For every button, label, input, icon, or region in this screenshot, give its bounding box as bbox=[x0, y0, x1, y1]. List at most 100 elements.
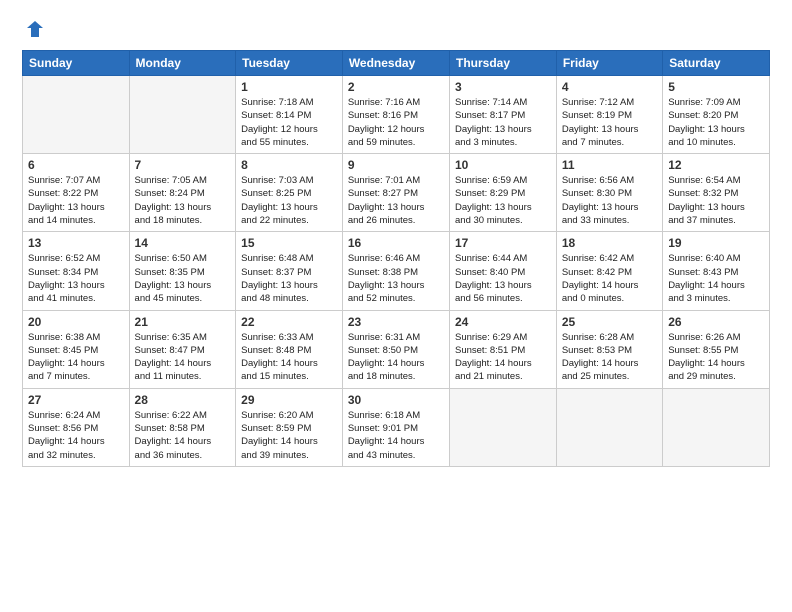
day-info: Sunrise: 6:59 AM Sunset: 8:29 PM Dayligh… bbox=[455, 175, 532, 226]
day-info: Sunrise: 6:26 AM Sunset: 8:55 PM Dayligh… bbox=[668, 332, 745, 383]
day-cell bbox=[556, 388, 662, 466]
day-info: Sunrise: 7:01 AM Sunset: 8:27 PM Dayligh… bbox=[348, 175, 425, 226]
day-number: 29 bbox=[241, 393, 337, 407]
day-cell: 6 Sunrise: 7:07 AM Sunset: 8:22 PM Daylig… bbox=[23, 154, 130, 232]
day-cell: 23 Sunrise: 6:31 AM Sunset: 8:50 PM Dayli… bbox=[342, 310, 449, 388]
day-number: 9 bbox=[348, 158, 444, 172]
page: SundayMondayTuesdayWednesdayThursdayFrid… bbox=[0, 0, 792, 612]
day-number: 3 bbox=[455, 80, 551, 94]
day-cell bbox=[663, 388, 770, 466]
day-number: 19 bbox=[668, 236, 764, 250]
weekday-header-thursday: Thursday bbox=[450, 51, 557, 76]
day-info: Sunrise: 7:05 AM Sunset: 8:24 PM Dayligh… bbox=[135, 175, 212, 226]
day-cell: 16Sunrise: 6:46 AM Sunset: 8:38 PM Dayli… bbox=[342, 232, 449, 310]
day-info: Sunrise: 6:44 AM Sunset: 8:40 PM Dayligh… bbox=[455, 253, 532, 304]
day-info: Sunrise: 6:20 AM Sunset: 8:59 PM Dayligh… bbox=[241, 410, 318, 461]
day-cell: 8 Sunrise: 7:03 AM Sunset: 8:25 PM Daylig… bbox=[236, 154, 343, 232]
day-cell bbox=[129, 76, 236, 154]
weekday-header-monday: Monday bbox=[129, 51, 236, 76]
weekday-header-tuesday: Tuesday bbox=[236, 51, 343, 76]
day-cell: 7 Sunrise: 7:05 AM Sunset: 8:24 PM Daylig… bbox=[129, 154, 236, 232]
logo-icon bbox=[24, 18, 46, 40]
day-info: Sunrise: 6:33 AM Sunset: 8:48 PM Dayligh… bbox=[241, 332, 318, 383]
day-info: Sunrise: 6:42 AM Sunset: 8:42 PM Dayligh… bbox=[562, 253, 639, 304]
week-row-4: 20 Sunrise: 6:38 AM Sunset: 8:45 PM Dayli… bbox=[23, 310, 770, 388]
day-info: Sunrise: 7:07 AM Sunset: 8:22 PM Dayligh… bbox=[28, 175, 105, 226]
day-info: Sunrise: 7:12 AM Sunset: 8:19 PM Dayligh… bbox=[562, 97, 639, 148]
day-number: 16 bbox=[348, 236, 444, 250]
day-info: Sunrise: 6:31 AM Sunset: 8:50 PM Dayligh… bbox=[348, 332, 425, 383]
day-cell: 3 Sunrise: 7:14 AM Sunset: 8:17 PM Daylig… bbox=[450, 76, 557, 154]
day-cell: 14 Sunrise: 6:50 AM Sunset: 8:35 PM Dayli… bbox=[129, 232, 236, 310]
day-info: Sunrise: 6:22 AM Sunset: 8:58 PM Dayligh… bbox=[135, 410, 212, 461]
day-cell: 12 Sunrise: 6:54 AM Sunset: 8:32 PM Dayli… bbox=[663, 154, 770, 232]
weekday-header-sunday: Sunday bbox=[23, 51, 130, 76]
day-info: Sunrise: 6:29 AM Sunset: 8:51 PM Dayligh… bbox=[455, 332, 532, 383]
day-number: 6 bbox=[28, 158, 124, 172]
day-cell: 13Sunrise: 6:52 AM Sunset: 8:34 PM Dayli… bbox=[23, 232, 130, 310]
day-info: Sunrise: 6:38 AM Sunset: 8:45 PM Dayligh… bbox=[28, 332, 105, 383]
day-info: Sunrise: 7:14 AM Sunset: 8:17 PM Dayligh… bbox=[455, 97, 532, 148]
day-cell: 20 Sunrise: 6:38 AM Sunset: 8:45 PM Dayli… bbox=[23, 310, 130, 388]
day-cell: 17Sunrise: 6:44 AM Sunset: 8:40 PM Dayli… bbox=[450, 232, 557, 310]
day-number: 11 bbox=[562, 158, 657, 172]
week-row-2: 6 Sunrise: 7:07 AM Sunset: 8:22 PM Daylig… bbox=[23, 154, 770, 232]
day-info: Sunrise: 6:18 AM Sunset: 9:01 PM Dayligh… bbox=[348, 410, 425, 461]
day-info: Sunrise: 6:50 AM Sunset: 8:35 PM Dayligh… bbox=[135, 253, 212, 304]
day-info: Sunrise: 6:48 AM Sunset: 8:37 PM Dayligh… bbox=[241, 253, 318, 304]
day-cell: 5Sunrise: 7:09 AM Sunset: 8:20 PM Daylig… bbox=[663, 76, 770, 154]
day-info: Sunrise: 6:52 AM Sunset: 8:34 PM Dayligh… bbox=[28, 253, 105, 304]
day-cell: 18 Sunrise: 6:42 AM Sunset: 8:42 PM Dayli… bbox=[556, 232, 662, 310]
day-cell: 11 Sunrise: 6:56 AM Sunset: 8:30 PM Dayli… bbox=[556, 154, 662, 232]
day-info: Sunrise: 6:56 AM Sunset: 8:30 PM Dayligh… bbox=[562, 175, 639, 226]
day-info: Sunrise: 7:03 AM Sunset: 8:25 PM Dayligh… bbox=[241, 175, 318, 226]
day-number: 14 bbox=[135, 236, 231, 250]
day-cell: 19 Sunrise: 6:40 AM Sunset: 8:43 PM Dayli… bbox=[663, 232, 770, 310]
day-number: 7 bbox=[135, 158, 231, 172]
day-number: 26 bbox=[668, 315, 764, 329]
day-number: 30 bbox=[348, 393, 444, 407]
day-cell: 9 Sunrise: 7:01 AM Sunset: 8:27 PM Daylig… bbox=[342, 154, 449, 232]
day-number: 28 bbox=[135, 393, 231, 407]
day-number: 4 bbox=[562, 80, 657, 94]
day-info: Sunrise: 7:18 AM Sunset: 8:14 PM Dayligh… bbox=[241, 97, 318, 148]
logo bbox=[22, 18, 46, 40]
day-number: 22 bbox=[241, 315, 337, 329]
day-number: 12 bbox=[668, 158, 764, 172]
calendar-table: SundayMondayTuesdayWednesdayThursdayFrid… bbox=[22, 50, 770, 467]
day-cell: 1 Sunrise: 7:18 AM Sunset: 8:14 PM Daylig… bbox=[236, 76, 343, 154]
weekday-header-saturday: Saturday bbox=[663, 51, 770, 76]
day-number: 5 bbox=[668, 80, 764, 94]
day-cell: 29 Sunrise: 6:20 AM Sunset: 8:59 PM Dayli… bbox=[236, 388, 343, 466]
day-number: 8 bbox=[241, 158, 337, 172]
day-cell bbox=[450, 388, 557, 466]
day-cell: 26 Sunrise: 6:26 AM Sunset: 8:55 PM Dayli… bbox=[663, 310, 770, 388]
weekday-header-row: SundayMondayTuesdayWednesdayThursdayFrid… bbox=[23, 51, 770, 76]
day-number: 20 bbox=[28, 315, 124, 329]
header bbox=[22, 18, 770, 40]
day-info: Sunrise: 6:28 AM Sunset: 8:53 PM Dayligh… bbox=[562, 332, 639, 383]
day-number: 10 bbox=[455, 158, 551, 172]
day-cell: 24 Sunrise: 6:29 AM Sunset: 8:51 PM Dayli… bbox=[450, 310, 557, 388]
day-cell: 28 Sunrise: 6:22 AM Sunset: 8:58 PM Dayli… bbox=[129, 388, 236, 466]
day-cell: 21Sunrise: 6:35 AM Sunset: 8:47 PM Dayli… bbox=[129, 310, 236, 388]
day-number: 1 bbox=[241, 80, 337, 94]
weekday-header-friday: Friday bbox=[556, 51, 662, 76]
day-cell: 27Sunrise: 6:24 AM Sunset: 8:56 PM Dayli… bbox=[23, 388, 130, 466]
weekday-header-wednesday: Wednesday bbox=[342, 51, 449, 76]
day-cell: 10 Sunrise: 6:59 AM Sunset: 8:29 PM Dayli… bbox=[450, 154, 557, 232]
day-number: 24 bbox=[455, 315, 551, 329]
day-number: 23 bbox=[348, 315, 444, 329]
week-row-3: 13Sunrise: 6:52 AM Sunset: 8:34 PM Dayli… bbox=[23, 232, 770, 310]
day-cell: 4 Sunrise: 7:12 AM Sunset: 8:19 PM Daylig… bbox=[556, 76, 662, 154]
day-number: 15 bbox=[241, 236, 337, 250]
day-number: 21 bbox=[135, 315, 231, 329]
day-info: Sunrise: 6:40 AM Sunset: 8:43 PM Dayligh… bbox=[668, 253, 745, 304]
week-row-1: 1 Sunrise: 7:18 AM Sunset: 8:14 PM Daylig… bbox=[23, 76, 770, 154]
day-number: 2 bbox=[348, 80, 444, 94]
day-cell bbox=[23, 76, 130, 154]
day-number: 18 bbox=[562, 236, 657, 250]
day-info: Sunrise: 6:24 AM Sunset: 8:56 PM Dayligh… bbox=[28, 410, 105, 461]
day-info: Sunrise: 7:16 AM Sunset: 8:16 PM Dayligh… bbox=[348, 97, 425, 148]
day-info: Sunrise: 6:54 AM Sunset: 8:32 PM Dayligh… bbox=[668, 175, 745, 226]
